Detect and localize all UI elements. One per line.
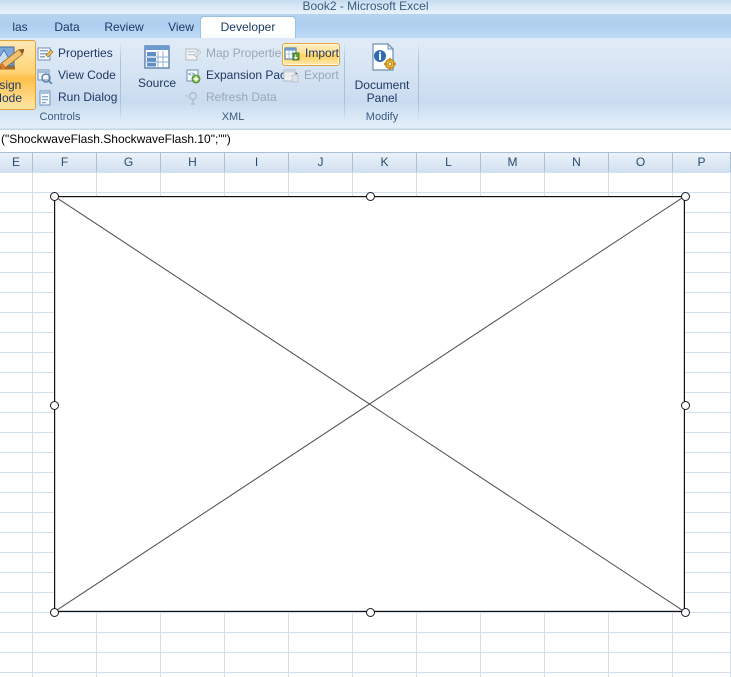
ribbon-group-controls-body: esign Mode Properties xyxy=(0,38,120,110)
refresh-data-icon: < xyxy=(185,90,201,106)
ribbon-tab-strip: las Data Review View Developer xyxy=(0,14,731,39)
gridline-horizontal xyxy=(0,192,731,193)
import-icon xyxy=(284,46,300,62)
ribbon-group-xml-body: Source Map Properties <> Expansion Packs… xyxy=(122,38,344,108)
export-label: Export xyxy=(304,68,339,82)
map-properties-label: Map Properties xyxy=(206,46,288,60)
object-placeholder-graphic xyxy=(54,196,685,612)
ribbon: esign Mode Properties xyxy=(0,38,731,132)
expansion-packs-button[interactable]: <> Expansion Packs xyxy=(184,65,298,86)
view-code-button[interactable]: View Code xyxy=(36,65,116,86)
gridline-horizontal xyxy=(0,172,731,173)
ribbon-group-separator-1 xyxy=(120,42,121,122)
column-header-J[interactable]: J xyxy=(289,153,353,172)
column-header-row: EFGHIJKLMNOP xyxy=(0,153,731,173)
shockwave-flash-object[interactable] xyxy=(49,191,690,617)
column-header-E[interactable]: E xyxy=(0,153,33,172)
ribbon-group-controls-label: Controls xyxy=(39,111,81,123)
ribbon-group-separator-3 xyxy=(418,42,419,122)
ribbon-tab-developer[interactable]: Developer xyxy=(200,16,296,39)
source-label: Source xyxy=(137,76,177,90)
column-header-P[interactable]: P xyxy=(673,153,731,172)
ribbon-group-controls: esign Mode Properties xyxy=(0,38,120,126)
gridline-horizontal xyxy=(0,672,731,673)
handle-middle-right[interactable] xyxy=(680,400,690,410)
expansion-packs-icon: <> xyxy=(185,68,201,84)
design-mode-button[interactable]: esign Mode xyxy=(0,40,36,110)
ribbon-group-modify-body: Document Panel xyxy=(346,38,418,108)
ribbon-group-separator-2 xyxy=(344,42,345,122)
ribbon-group-xml-label: XML xyxy=(221,111,245,123)
import-label: Import xyxy=(305,46,340,60)
column-header-N[interactable]: N xyxy=(545,153,609,172)
import-button[interactable]: Import xyxy=(282,43,341,66)
column-header-I[interactable]: I xyxy=(225,153,289,172)
formula-bar[interactable]: ("ShockwaveFlash.ShockwaveFlash.10";"") xyxy=(0,130,731,153)
column-header-L[interactable]: L xyxy=(417,153,481,172)
column-header-M[interactable]: M xyxy=(481,153,545,172)
column-header-F[interactable]: F xyxy=(33,153,97,172)
column-header-H[interactable]: H xyxy=(161,153,225,172)
window-title: Book2 - Microsoft Excel xyxy=(302,0,429,13)
source-button[interactable]: Source xyxy=(130,42,184,90)
export-button[interactable]: Export xyxy=(282,65,339,86)
column-header-O[interactable]: O xyxy=(609,153,673,172)
handle-middle-left[interactable] xyxy=(49,400,59,410)
gridline-vertical xyxy=(32,172,33,677)
handle-top-center[interactable] xyxy=(365,191,375,201)
run-dialog-icon xyxy=(37,90,53,106)
title-bar: Book2 - Microsoft Excel xyxy=(0,0,731,14)
design-mode-icon xyxy=(0,41,35,79)
document-panel-icon xyxy=(348,42,416,79)
column-header-K[interactable]: K xyxy=(353,153,417,172)
map-properties-button[interactable]: Map Properties xyxy=(184,43,287,64)
export-icon xyxy=(283,68,299,84)
document-panel-label-line2: Panel xyxy=(366,91,398,105)
view-code-label: View Code xyxy=(58,68,116,82)
gridline-horizontal xyxy=(0,632,731,633)
handle-top-right[interactable] xyxy=(680,191,690,201)
properties-label: Properties xyxy=(58,46,113,60)
map-properties-icon xyxy=(185,46,202,62)
design-mode-label-line2: Mode xyxy=(0,91,23,105)
refresh-data-button[interactable]: < Refresh Data xyxy=(184,87,277,108)
handle-top-left[interactable] xyxy=(49,191,59,201)
run-dialog-button[interactable]: Run Dialog xyxy=(36,87,117,108)
handle-bottom-right[interactable] xyxy=(680,607,690,617)
view-code-icon xyxy=(37,68,53,85)
ribbon-group-modify: Document Panel Modify xyxy=(346,38,418,126)
document-panel-button[interactable]: Document Panel xyxy=(348,42,416,105)
column-header-G[interactable]: G xyxy=(97,153,161,172)
run-dialog-label: Run Dialog xyxy=(58,90,118,104)
handle-bottom-left[interactable] xyxy=(49,607,59,617)
ribbon-group-modify-label: Modify xyxy=(365,111,399,123)
handle-bottom-center[interactable] xyxy=(365,607,375,617)
xml-source-icon xyxy=(130,42,184,77)
svg-text:<: < xyxy=(185,93,189,100)
formula-bar-value: ("ShockwaveFlash.ShockwaveFlash.10";"") xyxy=(1,132,231,146)
ribbon-group-xml: Source Map Properties <> Expansion Packs… xyxy=(122,38,344,126)
properties-icon xyxy=(37,46,54,62)
gridline-horizontal xyxy=(0,652,731,653)
refresh-data-label: Refresh Data xyxy=(206,90,277,104)
properties-button[interactable]: Properties xyxy=(36,43,113,64)
